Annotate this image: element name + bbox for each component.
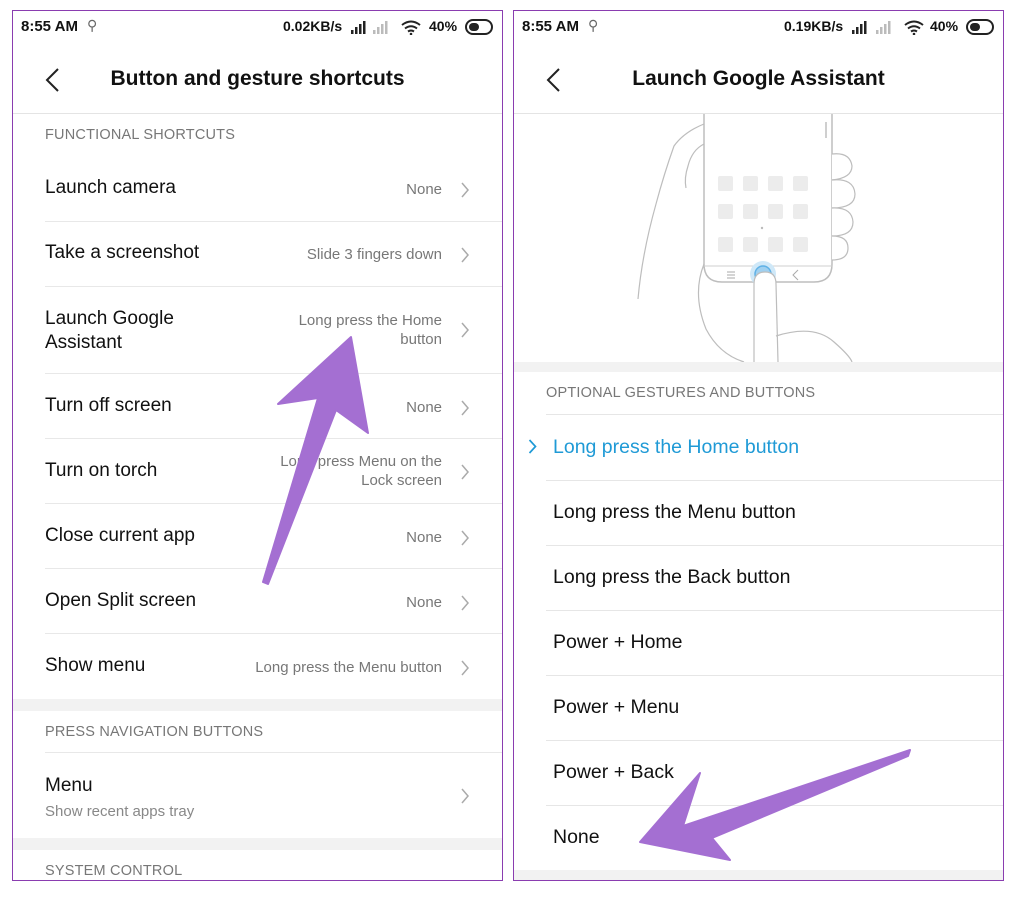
section-header-system-control: SYSTEM CONTROL bbox=[45, 863, 183, 879]
data-saver-icon: ⚲ bbox=[87, 17, 98, 33]
chevron-right-icon bbox=[461, 247, 469, 263]
network-speed: 0.02KB/s bbox=[283, 18, 343, 34]
battery-percent: 40% bbox=[930, 18, 959, 34]
shortcut-launch-camera[interactable]: Launch camera None bbox=[45, 156, 502, 222]
page-title: Button and gesture shortcuts bbox=[110, 67, 405, 90]
row-label: Turn off screen bbox=[45, 395, 172, 416]
chevron-right-icon bbox=[461, 400, 469, 416]
row-label: Menu bbox=[45, 775, 93, 796]
row-label-line2: Assistant bbox=[45, 332, 123, 353]
signal-bars-icon bbox=[351, 21, 366, 34]
row-sublabel: Show recent apps tray bbox=[45, 803, 195, 820]
status-time: 8:55 AM bbox=[522, 18, 579, 35]
section-header-optional: OPTIONAL GESTURES AND BUTTONS bbox=[546, 385, 816, 401]
wifi-icon bbox=[401, 20, 421, 35]
chevron-right-icon bbox=[461, 182, 469, 198]
section-divider bbox=[514, 362, 1003, 372]
title-bar: Launch Google Assistant bbox=[514, 43, 1003, 114]
option-long-press-home[interactable]: Long press the Home button bbox=[528, 414, 1003, 481]
row-value: None bbox=[406, 529, 442, 546]
row-value: None bbox=[406, 399, 442, 416]
wifi-icon bbox=[904, 20, 924, 35]
shortcut-turn-on-torch[interactable]: Turn on torch Long press Menu on the Loc… bbox=[45, 438, 502, 504]
row-value-line1: Long press the Home bbox=[298, 312, 442, 329]
row-label: Close current app bbox=[45, 525, 195, 546]
bottom-divider bbox=[514, 870, 1003, 880]
right-phone-screen: 8:55 AM ⚲ 0.19KB/s 40% Launch Google Ass… bbox=[513, 10, 1004, 881]
left-phone-screen: 8:55 AM ⚲ 0.02KB/s 40% Button and gestur… bbox=[12, 10, 503, 881]
gesture-illustration bbox=[514, 114, 1003, 362]
battery-percent: 40% bbox=[429, 18, 458, 34]
option-power-back[interactable]: Power + Back bbox=[546, 740, 1003, 806]
option-label: Long press the Menu button bbox=[553, 501, 796, 523]
option-power-home[interactable]: Power + Home bbox=[546, 610, 1003, 676]
nav-button-menu[interactable]: Menu Show recent apps tray bbox=[45, 752, 502, 839]
chevron-right-icon bbox=[461, 788, 469, 804]
row-label: Launch camera bbox=[45, 177, 176, 198]
chevron-right-icon bbox=[461, 530, 469, 546]
shortcut-launch-google-assistant[interactable]: Launch Google Assistant Long press the H… bbox=[45, 286, 502, 374]
shortcut-show-menu[interactable]: Show menu Long press the Menu button bbox=[45, 633, 502, 698]
option-label: Power + Back bbox=[553, 761, 674, 783]
chevron-right-icon bbox=[461, 464, 469, 480]
row-label-line1: Launch Google bbox=[45, 308, 174, 329]
section-header-navigation: PRESS NAVIGATION BUTTONS bbox=[45, 724, 264, 740]
row-label: Show menu bbox=[45, 655, 146, 676]
chevron-right-icon bbox=[461, 595, 469, 611]
option-label: Power + Menu bbox=[553, 696, 680, 718]
shortcut-take-screenshot[interactable]: Take a screenshot Slide 3 fingers down bbox=[45, 221, 502, 287]
section-divider bbox=[13, 699, 502, 711]
battery-icon bbox=[465, 19, 493, 35]
signal-bars-icon bbox=[852, 21, 867, 34]
row-value: None bbox=[406, 594, 442, 611]
shortcut-turn-off-screen[interactable]: Turn off screen None bbox=[45, 373, 502, 439]
shortcut-close-current-app[interactable]: Close current app None bbox=[45, 503, 502, 569]
status-bar: 8:55 AM ⚲ 0.19KB/s 40% bbox=[514, 11, 1003, 43]
row-value-line1: Long press Menu on the bbox=[280, 453, 442, 470]
row-value-line2: button bbox=[400, 331, 442, 348]
option-label: Power + Home bbox=[553, 631, 683, 653]
battery-icon bbox=[966, 19, 994, 35]
row-label: Open Split screen bbox=[45, 590, 197, 611]
title-bar: Button and gesture shortcuts bbox=[13, 43, 502, 114]
option-label: None bbox=[553, 826, 600, 848]
option-label: Long press the Back button bbox=[553, 566, 791, 588]
option-power-menu[interactable]: Power + Menu bbox=[546, 675, 1003, 741]
option-label: Long press the Home button bbox=[553, 436, 800, 458]
shortcut-open-split-screen[interactable]: Open Split screen None bbox=[45, 568, 502, 634]
option-long-press-menu[interactable]: Long press the Menu button bbox=[546, 480, 1003, 546]
page-title: Launch Google Assistant bbox=[632, 67, 885, 90]
signal-bars-empty-icon bbox=[373, 21, 388, 34]
option-none[interactable]: None bbox=[546, 805, 1003, 870]
signal-bars-empty-icon bbox=[876, 21, 891, 34]
data-saver-icon: ⚲ bbox=[588, 17, 599, 33]
row-label: Take a screenshot bbox=[45, 242, 200, 263]
chevron-right-icon bbox=[461, 322, 469, 338]
option-long-press-back[interactable]: Long press the Back button bbox=[546, 545, 1003, 611]
status-time: 8:55 AM bbox=[21, 18, 78, 35]
selected-chevron-icon bbox=[528, 439, 537, 454]
section-divider bbox=[13, 838, 502, 850]
row-label: Turn on torch bbox=[45, 460, 158, 481]
status-bar: 8:55 AM ⚲ 0.02KB/s 40% bbox=[13, 11, 502, 43]
row-value: Long press the Menu button bbox=[255, 659, 442, 676]
row-value-line2: Lock screen bbox=[361, 472, 442, 489]
network-speed: 0.19KB/s bbox=[784, 18, 844, 34]
chevron-right-icon bbox=[461, 660, 469, 676]
row-value: None bbox=[406, 181, 442, 198]
section-header-functional: FUNCTIONAL SHORTCUTS bbox=[45, 127, 236, 143]
row-value: Slide 3 fingers down bbox=[306, 246, 442, 263]
